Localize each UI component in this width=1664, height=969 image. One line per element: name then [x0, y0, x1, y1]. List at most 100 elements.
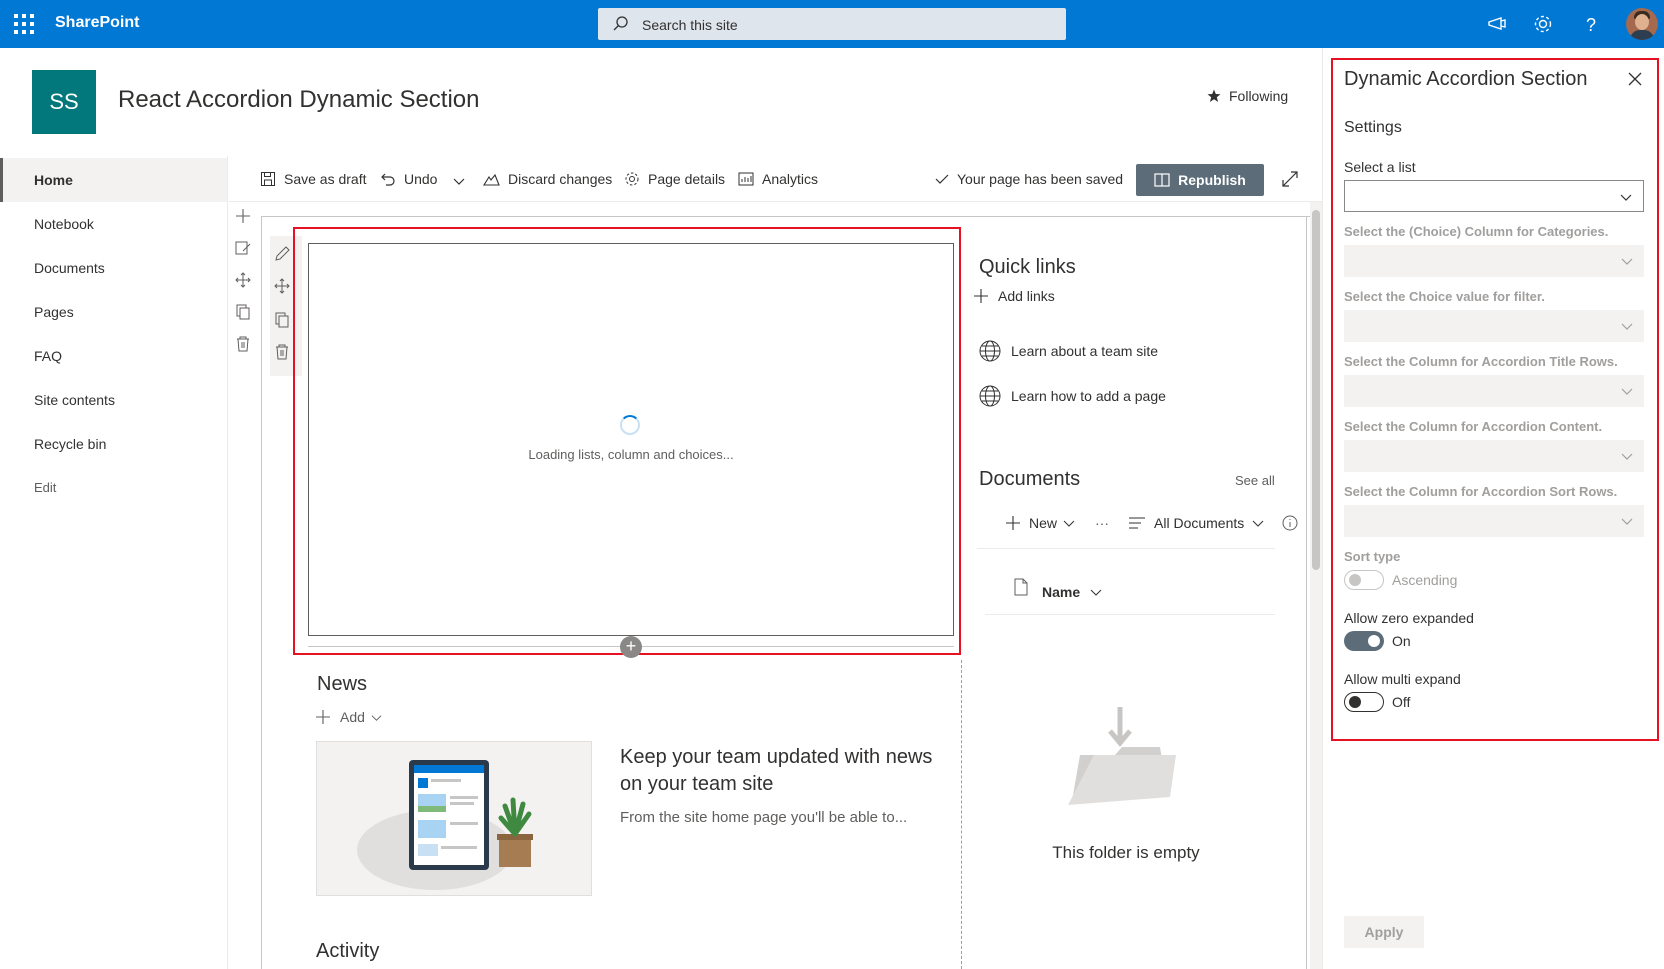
chevron-down-icon: [1063, 520, 1075, 527]
select-list-dropdown[interactable]: [1344, 180, 1644, 212]
duplicate-webpart-icon[interactable]: [274, 312, 290, 328]
select-list-label: Select a list: [1344, 159, 1416, 175]
chevron-down-icon: [1252, 520, 1264, 527]
discard-changes-button[interactable]: Discard changes: [483, 171, 612, 187]
following-button[interactable]: Following: [1207, 88, 1288, 104]
view-list-icon: [1129, 517, 1146, 529]
quick-link-item[interactable]: Learn how to add a page: [979, 385, 1166, 407]
see-all-link[interactable]: See all: [1235, 473, 1275, 488]
analytics-button[interactable]: Analytics: [738, 171, 818, 187]
app-launcher-icon[interactable]: [14, 14, 34, 34]
undo-dropdown-chevron-icon[interactable]: [452, 174, 466, 188]
category-column-label: Select the (Choice) Column for Categorie…: [1344, 224, 1609, 239]
app-name[interactable]: SharePoint: [55, 14, 139, 32]
news-add-button[interactable]: Add: [316, 709, 382, 725]
close-icon[interactable]: [1626, 70, 1644, 88]
undo-icon: [381, 173, 395, 186]
news-illustration: [316, 741, 592, 896]
empty-folder-icon: [1068, 707, 1176, 805]
add-links-label: Add links: [998, 288, 1055, 304]
news-headline[interactable]: Keep your team updated with news on your…: [620, 744, 950, 798]
quick-link-label: Learn about a team site: [1011, 343, 1159, 359]
nav-item-home[interactable]: Home: [0, 158, 227, 202]
delete-section-icon[interactable]: [235, 336, 251, 352]
view-selector[interactable]: All Documents: [1154, 515, 1244, 531]
title-rows-dropdown[interactable]: [1344, 375, 1644, 407]
sort-type-toggle[interactable]: [1344, 570, 1384, 590]
undo-button[interactable]: Undo: [380, 171, 437, 187]
gear-icon[interactable]: [1531, 12, 1555, 36]
documents-title: Documents: [979, 468, 1081, 490]
megaphone-icon[interactable]: [1485, 12, 1509, 36]
add-links-button[interactable]: Add links: [974, 288, 1055, 304]
news-title: News: [317, 673, 368, 695]
loading-text: Loading lists, column and choices...: [528, 447, 734, 462]
zero-expanded-toggle[interactable]: [1344, 631, 1384, 651]
nav-item-site-contents[interactable]: Site contents: [0, 378, 227, 422]
loading-spinner: [620, 415, 640, 435]
avatar[interactable]: [1626, 8, 1658, 40]
move-section-icon[interactable]: [235, 272, 251, 288]
scrollbar-thumb[interactable]: [1312, 210, 1320, 570]
info-icon[interactable]: [1282, 515, 1298, 531]
new-button[interactable]: New: [1029, 515, 1057, 531]
chevron-down-icon: [1621, 388, 1633, 395]
sort-type-label: Sort type: [1344, 549, 1401, 564]
multi-expand-toggle[interactable]: [1344, 692, 1384, 712]
column-separator: [961, 660, 962, 969]
add-section-icon[interactable]: [235, 208, 251, 224]
save-draft-button[interactable]: Save as draft: [260, 171, 367, 187]
sort-rows-dropdown[interactable]: [1344, 505, 1644, 537]
republish-button[interactable]: Republish: [1136, 164, 1264, 196]
content-column-label: Select the Column for Accordion Content.: [1344, 419, 1603, 434]
nav-item-notebook[interactable]: Notebook: [0, 202, 227, 246]
site-logo[interactable]: SS: [32, 70, 96, 134]
save-status-label: Your page has been saved: [957, 171, 1124, 187]
save-draft-label: Save as draft: [284, 171, 367, 187]
more-options-button[interactable]: ···: [1095, 515, 1109, 531]
chevron-down-icon: [371, 714, 382, 721]
site-title[interactable]: React Accordion Dynamic Section: [118, 86, 480, 114]
chevron-down-icon: [1621, 323, 1633, 330]
nav-item-documents[interactable]: Documents: [0, 246, 227, 290]
category-column-dropdown[interactable]: [1344, 245, 1644, 277]
expand-icon[interactable]: [1281, 170, 1299, 188]
globe-icon: [979, 340, 1001, 362]
chevron-down-icon: [1090, 589, 1102, 596]
add-webpart-button[interactable]: +: [620, 636, 642, 658]
accordion-webpart[interactable]: [308, 243, 954, 636]
discard-changes-label: Discard changes: [508, 171, 613, 187]
multi-expand-value: Off: [1392, 694, 1411, 710]
delete-webpart-icon[interactable]: [274, 344, 290, 360]
analytics-label: Analytics: [762, 171, 819, 187]
quick-link-item[interactable]: Learn about a team site: [979, 340, 1158, 362]
property-pane-title: Dynamic Accordion Section: [1344, 68, 1588, 90]
search-placeholder: Search this site: [642, 17, 738, 33]
file-type-icon: [1014, 578, 1028, 596]
nav-item-recycle-bin[interactable]: Recycle bin: [0, 422, 227, 466]
plus-icon: [974, 289, 988, 303]
search-box[interactable]: Search this site: [598, 8, 1066, 40]
nav-item-pages[interactable]: Pages: [0, 290, 227, 334]
duplicate-section-icon[interactable]: [235, 304, 251, 320]
suite-bar: SharePoint Search this site ?: [0, 0, 1664, 48]
page-details-button[interactable]: Page details: [624, 171, 725, 187]
edit-section-icon[interactable]: [235, 240, 251, 256]
chevron-down-icon: [1621, 258, 1633, 265]
move-webpart-icon[interactable]: [274, 278, 290, 294]
name-column-header[interactable]: Name: [1042, 584, 1102, 600]
content-column-dropdown[interactable]: [1344, 440, 1644, 472]
apply-button[interactable]: Apply: [1344, 916, 1424, 948]
choice-filter-dropdown[interactable]: [1344, 310, 1644, 342]
tablet-plant-illustration: [357, 760, 533, 890]
nav-edit-link[interactable]: Edit: [0, 466, 227, 510]
following-label: Following: [1229, 88, 1289, 104]
page-details-label: Page details: [648, 171, 726, 187]
documents-toolbar: New ··· All Documents: [1006, 515, 1298, 531]
help-icon[interactable]: ?: [1579, 12, 1603, 36]
nav-item-faq[interactable]: FAQ: [0, 334, 227, 378]
settings-gear-icon: [625, 172, 639, 186]
chevron-down-icon: [1621, 453, 1633, 460]
choice-filter-label: Select the Choice value for filter.: [1344, 289, 1545, 304]
edit-webpart-icon[interactable]: [274, 246, 290, 262]
